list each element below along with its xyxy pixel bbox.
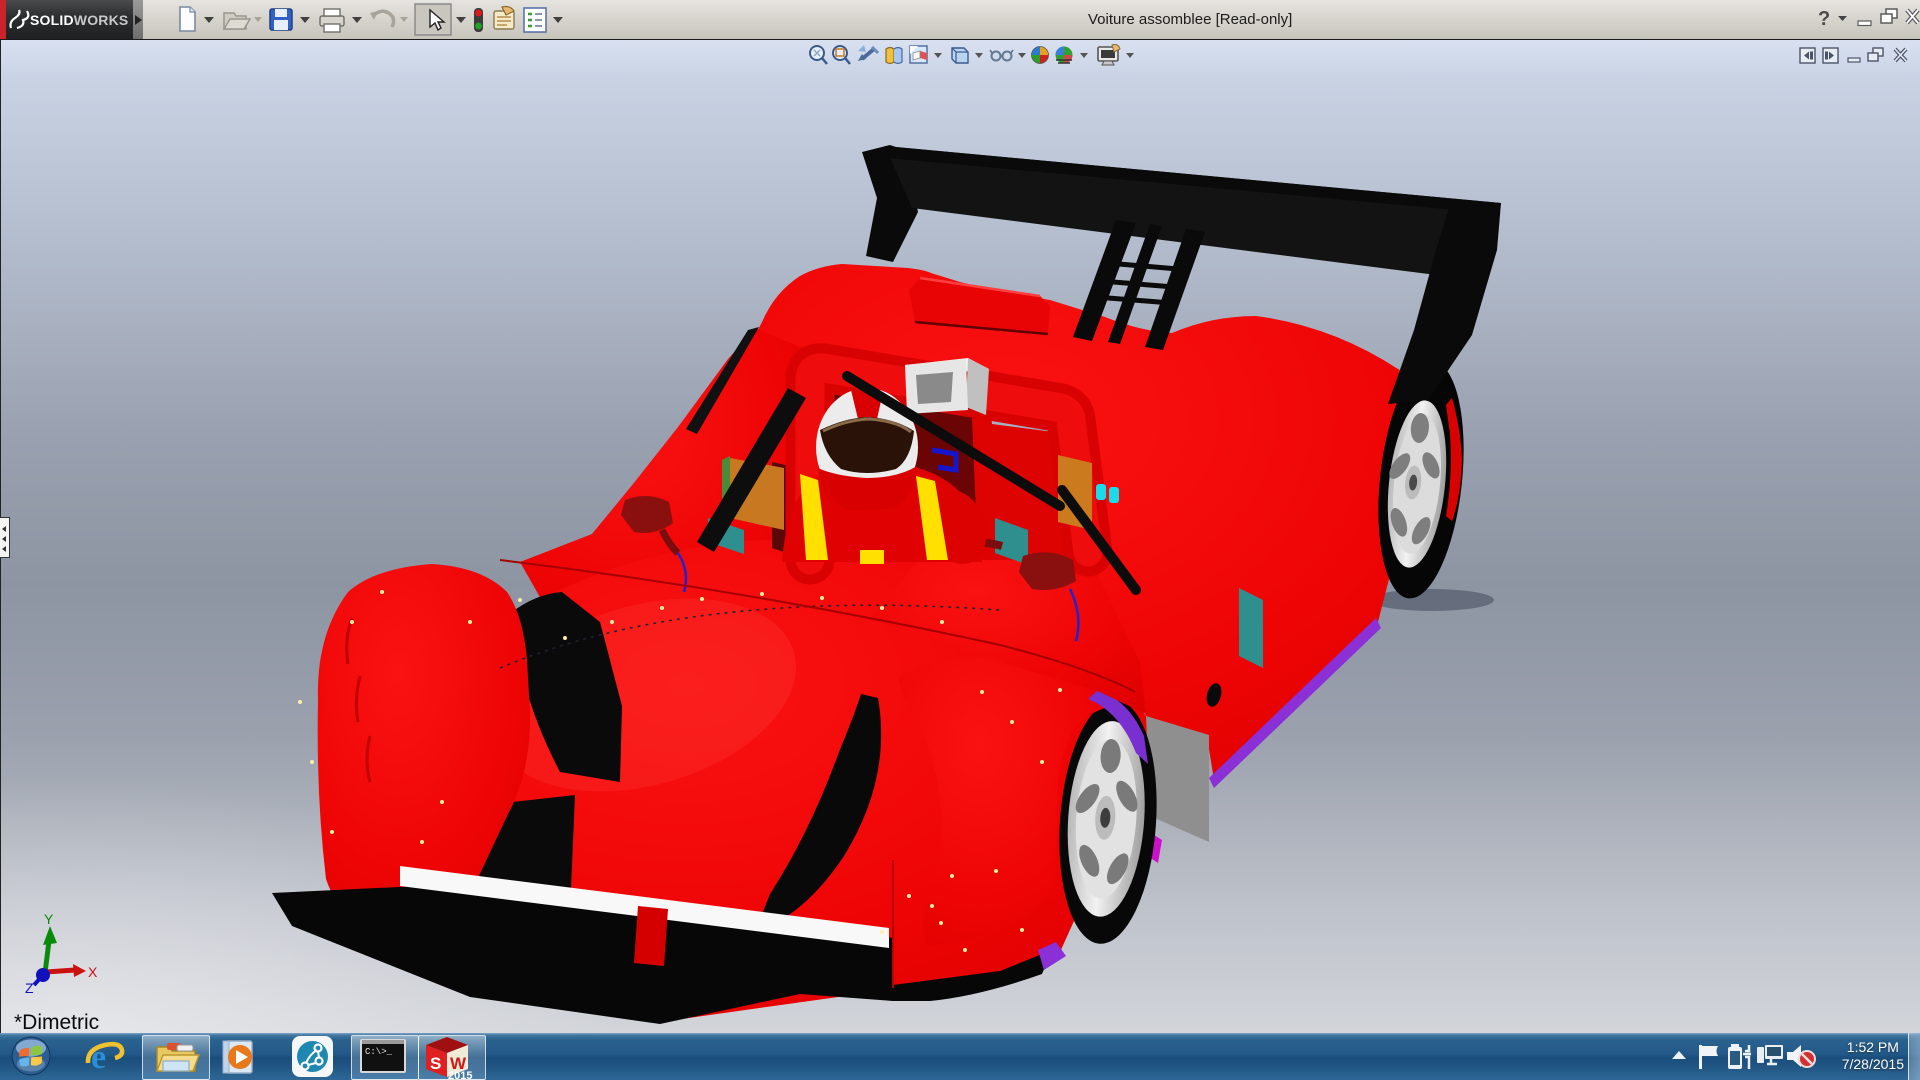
svg-text:C:\>_: C:\>_: [365, 1047, 393, 1057]
svg-text:S: S: [430, 1054, 441, 1073]
svg-text:X: X: [88, 964, 98, 980]
svg-text:Y: Y: [44, 911, 54, 927]
svg-text:Z: Z: [25, 980, 34, 996]
svg-text:2015: 2015: [448, 1070, 472, 1080]
svg-text:?: ?: [1818, 8, 1830, 30]
